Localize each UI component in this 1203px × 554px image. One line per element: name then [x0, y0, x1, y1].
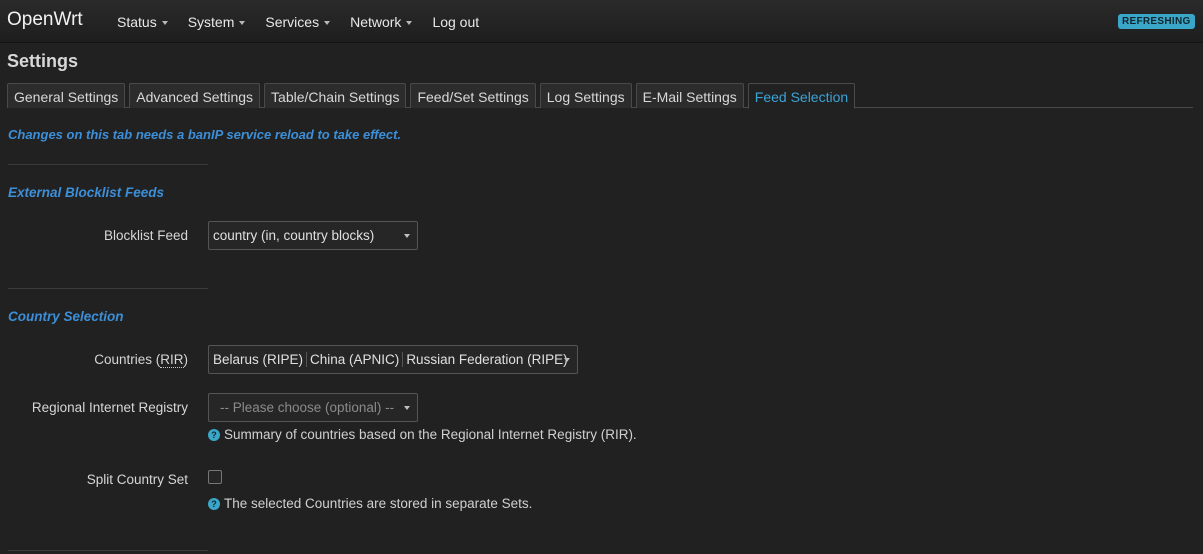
menu-status-label: Status — [117, 14, 157, 30]
tab-feed-set-settings[interactable]: Feed/Set Settings — [410, 83, 536, 108]
split-help: ? The selected Countries are stored in s… — [208, 496, 532, 511]
countries-multiselect[interactable]: Belarus (RIPE) China (APNIC) Russian Feder… — [208, 345, 578, 374]
rir-placeholder: -- Please choose (optional) -- — [220, 400, 395, 415]
countries-label: Countries (RIR) — [94, 352, 189, 368]
section-title-external-feeds: External Blocklist Feeds — [8, 185, 165, 200]
settings-tabs: General Settings Advanced Settings Table… — [7, 83, 1193, 109]
menu-network-label: Network — [350, 14, 402, 30]
caret-down-icon — [324, 21, 331, 25]
blocklist-feed-select[interactable]: country (in, country blocks) — [208, 221, 418, 250]
menu-logout[interactable]: Log out — [432, 14, 479, 30]
split-help-text: The selected Countries are stored in sep… — [224, 496, 533, 511]
caret-down-icon — [161, 21, 168, 25]
main-menu: Status System Services Network Log out — [117, 14, 499, 30]
top-navbar: OpenWrt Status System Services Network L… — [0, 0, 1203, 43]
menu-system[interactable]: System — [188, 14, 246, 30]
caret-down-icon — [406, 21, 413, 25]
caret-down-icon — [564, 358, 570, 362]
menu-services-label: Services — [265, 14, 320, 30]
page-title: Settings — [7, 51, 79, 71]
section-divider — [8, 288, 208, 289]
caret-down-icon — [239, 21, 246, 25]
tab-log-settings[interactable]: Log Settings — [539, 83, 632, 108]
rir-select[interactable]: -- Please choose (optional) -- — [208, 393, 418, 422]
split-country-set-checkbox[interactable] — [208, 470, 222, 484]
caret-down-icon — [404, 234, 410, 238]
tab-general-settings[interactable]: General Settings — [7, 83, 126, 108]
rir-abbreviation: RIR — [160, 352, 184, 368]
question-circle-icon: ? — [208, 497, 220, 510]
refreshing-badge[interactable]: REFRESHING — [1118, 14, 1195, 29]
tab-advanced-settings[interactable]: Advanced Settings — [129, 83, 261, 108]
reload-notice: Changes on this tab needs a banIP servic… — [8, 127, 402, 142]
blocklist-feed-label: Blocklist Feed — [103, 228, 188, 243]
menu-system-label: System — [187, 14, 235, 30]
question-circle-icon: ? — [208, 428, 220, 441]
rir-label: Regional Internet Registry — [31, 400, 188, 415]
caret-down-icon — [404, 406, 410, 410]
brand-logo[interactable]: OpenWrt — [7, 9, 83, 31]
menu-network[interactable]: Network — [350, 14, 413, 30]
menu-logout-label: Log out — [432, 14, 480, 30]
tab-feed-selection[interactable]: Feed Selection — [747, 83, 856, 109]
selected-country-chip: Russian Federation (RIPE) — [402, 352, 570, 367]
menu-services[interactable]: Services — [265, 14, 331, 30]
tab-email-settings[interactable]: E-Mail Settings — [635, 83, 744, 108]
blocklist-feed-value: country (in, country blocks) — [213, 228, 375, 243]
split-country-set-label: Split Country Set — [86, 472, 188, 487]
countries-label-suffix: ) — [183, 352, 189, 367]
section-title-country-selection: Country Selection — [8, 309, 124, 324]
menu-status[interactable]: Status — [117, 14, 168, 30]
tab-table-chain-settings[interactable]: Table/Chain Settings — [264, 83, 407, 108]
selected-country-chip: China (APNIC) — [306, 352, 402, 367]
countries-label-prefix: Countries ( — [94, 352, 161, 367]
selected-country-chip: Belarus (RIPE) — [213, 352, 304, 367]
section-divider — [8, 164, 208, 165]
rir-help: ? Summary of countries based on the Regi… — [208, 427, 637, 442]
section-divider — [8, 550, 208, 551]
rir-help-text: Summary of countries based on the Region… — [224, 427, 637, 442]
